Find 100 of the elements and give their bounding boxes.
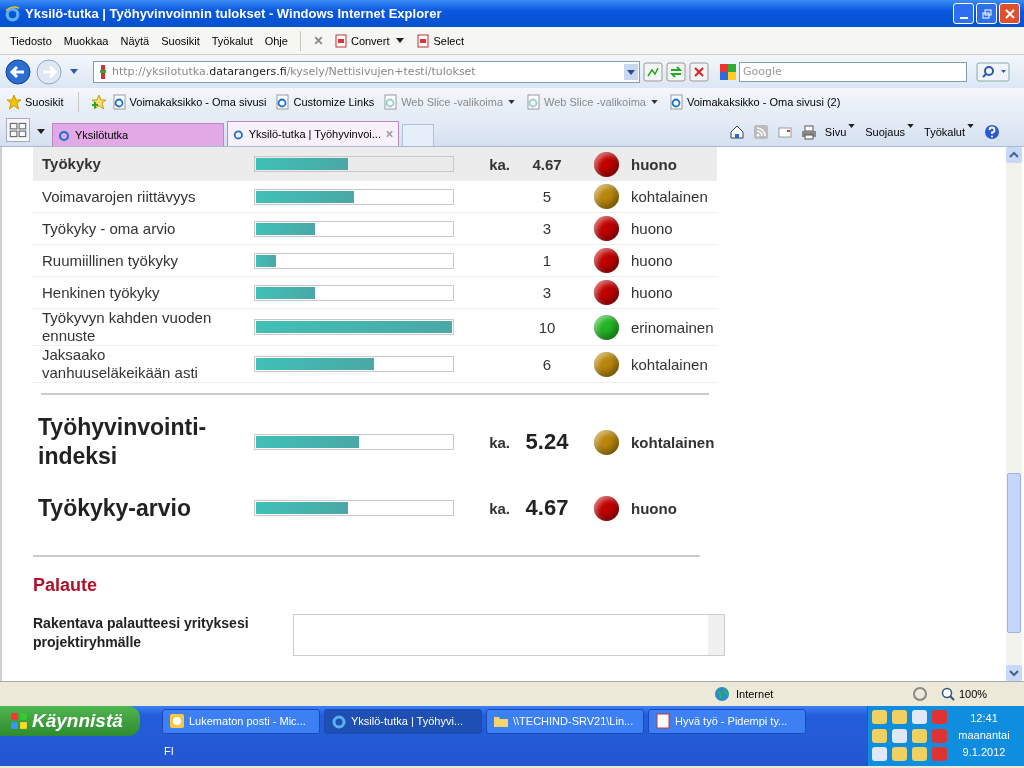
minimize-icon — [959, 16, 968, 19]
close-icon[interactable] — [384, 129, 394, 139]
search-field[interactable]: Google — [739, 61, 967, 82]
menu-item[interactable]: Näytä — [114, 34, 156, 47]
category-name: Työkyky — [42, 155, 102, 173]
scroll-down-icon[interactable] — [1006, 665, 1022, 681]
clock-icon — [169, 713, 185, 729]
home-icon[interactable] — [728, 124, 745, 140]
caret-icon[interactable] — [37, 129, 45, 134]
zoom-button[interactable]: 100% — [934, 685, 1004, 703]
help-icon[interactable] — [984, 124, 1000, 140]
score-value: 4.67 — [524, 495, 570, 521]
document-icon — [333, 33, 348, 48]
command-menu[interactable]: Työkalut — [924, 124, 976, 140]
add-favorite-icon[interactable] — [90, 93, 107, 110]
favorite-link[interactable]: Voimakaksikko - Oma sivusi — [112, 93, 267, 110]
menu-item[interactable]: Tiedosto — [4, 34, 58, 47]
scroll-up-icon[interactable] — [1006, 147, 1022, 163]
mail-icon[interactable] — [776, 124, 793, 140]
rating-label: kohtalainen — [631, 188, 708, 205]
caret-icon — [650, 99, 658, 104]
language-indicator[interactable]: FI — [162, 736, 867, 766]
menu-item[interactable]: Työkalut — [205, 34, 259, 47]
score-value: 1 — [541, 252, 553, 269]
stop-icon[interactable] — [689, 61, 709, 82]
site-icon — [98, 63, 108, 80]
menu-item[interactable]: Suosikit — [155, 34, 206, 47]
dropdown-icon[interactable] — [624, 63, 638, 80]
back-button-icon[interactable] — [4, 57, 32, 86]
item-name: Jaksaako vanhuuseläkeikään asti — [42, 346, 199, 382]
section-heading: Palaute — [33, 575, 99, 596]
minimize-button[interactable] — [953, 3, 974, 24]
document-icon — [655, 713, 671, 729]
globe-icon — [714, 686, 730, 702]
favorite-link[interactable]: Voimakaksikko - Oma sivusi (2) — [669, 93, 841, 110]
rating-label: huono — [631, 155, 677, 173]
favorites-button[interactable]: Suosikit — [4, 93, 66, 110]
clock-day: maanantai — [958, 727, 1010, 744]
rating-label: huono — [631, 252, 673, 269]
page-icon — [384, 93, 399, 110]
browser-tab[interactable]: Yksilö-tutka | Työhyvinvoi... — [227, 121, 399, 146]
taskbar-button[interactable]: Hyvä työ - Pidempi ty... — [648, 708, 806, 734]
compatibility-icon[interactable] — [643, 61, 663, 82]
browser-logo-icon — [4, 5, 21, 22]
zoom-icon — [940, 686, 956, 702]
index-name: Työkyky-arvio — [38, 493, 192, 523]
item-name: Työkyvyn kahden vuoden ennuste — [42, 309, 213, 345]
protected-mode-icon[interactable] — [912, 686, 928, 702]
windows-flag-icon — [10, 712, 28, 730]
clock-time: 12:41 — [970, 711, 998, 726]
caret-icon — [967, 124, 974, 128]
item-name: Työkyky - oma arvio — [42, 219, 177, 238]
close-icon — [1004, 8, 1015, 19]
address-field[interactable]: http://yksilotutka.datarangers.fi/kysely/Nettisivujen+testi/tulokset — [93, 60, 640, 83]
score-value: 10 — [537, 318, 557, 336]
caret-icon[interactable] — [70, 69, 78, 74]
score-value: 5.24 — [524, 429, 570, 455]
security-zone: Internet — [736, 688, 775, 700]
browser-tab[interactable]: Yksilötutka — [52, 123, 224, 146]
score-value: 4.67 — [531, 155, 563, 173]
close-icon[interactable] — [312, 35, 324, 46]
command-menu[interactable]: Sivu — [824, 124, 858, 140]
quick-tabs-icon[interactable] — [6, 118, 30, 142]
document-icon — [416, 33, 431, 48]
browser-icon — [331, 713, 347, 729]
menu-item[interactable]: Muokkaa — [57, 34, 115, 47]
toolbar-button[interactable]: Select — [412, 33, 469, 48]
field-label: Rakentava palautteesi yrityksesi projektiryhmälle — [33, 614, 250, 652]
score-value: 3 — [541, 284, 553, 301]
taskbar-button[interactable]: Yksilö-tutka | Työhyvi... — [324, 708, 482, 734]
close-button[interactable] — [999, 3, 1020, 24]
page-icon — [112, 93, 127, 110]
restore-icon — [981, 8, 992, 19]
tray-icons-drawing[interactable] — [872, 710, 948, 762]
average-label: ka. — [488, 155, 510, 173]
caret-icon — [396, 38, 405, 43]
rating-label: kohtalainen — [631, 433, 715, 451]
star-icon — [6, 93, 22, 110]
vertical-scrollbar[interactable] — [1006, 147, 1022, 681]
window-title: Yksilö-tutka | Työhyvinvoinnin tulokset - Windows Internet Explorer — [25, 6, 443, 21]
average-label: ka. — [488, 433, 510, 451]
command-menu[interactable]: Suojaus — [865, 124, 917, 140]
toolbar-button[interactable]: Convert — [329, 33, 413, 48]
taskbar-button[interactable]: \\TECHIND-SRV21\Lin... — [486, 708, 644, 734]
item-name: Henkinen työkyky — [42, 283, 161, 302]
caret-icon — [848, 124, 856, 128]
refresh-icon[interactable] — [666, 61, 686, 82]
page-icon — [527, 93, 542, 110]
menu-item[interactable]: Ohje — [258, 34, 294, 47]
favorite-link[interactable]: Customize Links — [276, 93, 375, 110]
score-value: 6 — [541, 355, 553, 373]
restore-button[interactable] — [976, 3, 997, 24]
printer-icon[interactable] — [800, 124, 817, 140]
clock-date: 9.1.2012 — [962, 745, 1006, 760]
average-label: ka. — [488, 499, 510, 517]
search-provider-icon — [720, 63, 736, 80]
search-icon[interactable] — [976, 61, 1010, 82]
taskbar-button[interactable]: Lukematon posti - Mic... — [162, 708, 320, 734]
index-name: Työhyvinvointi-indeksi — [38, 413, 208, 471]
item-name: Voimavarojen riittävyys — [42, 187, 197, 206]
